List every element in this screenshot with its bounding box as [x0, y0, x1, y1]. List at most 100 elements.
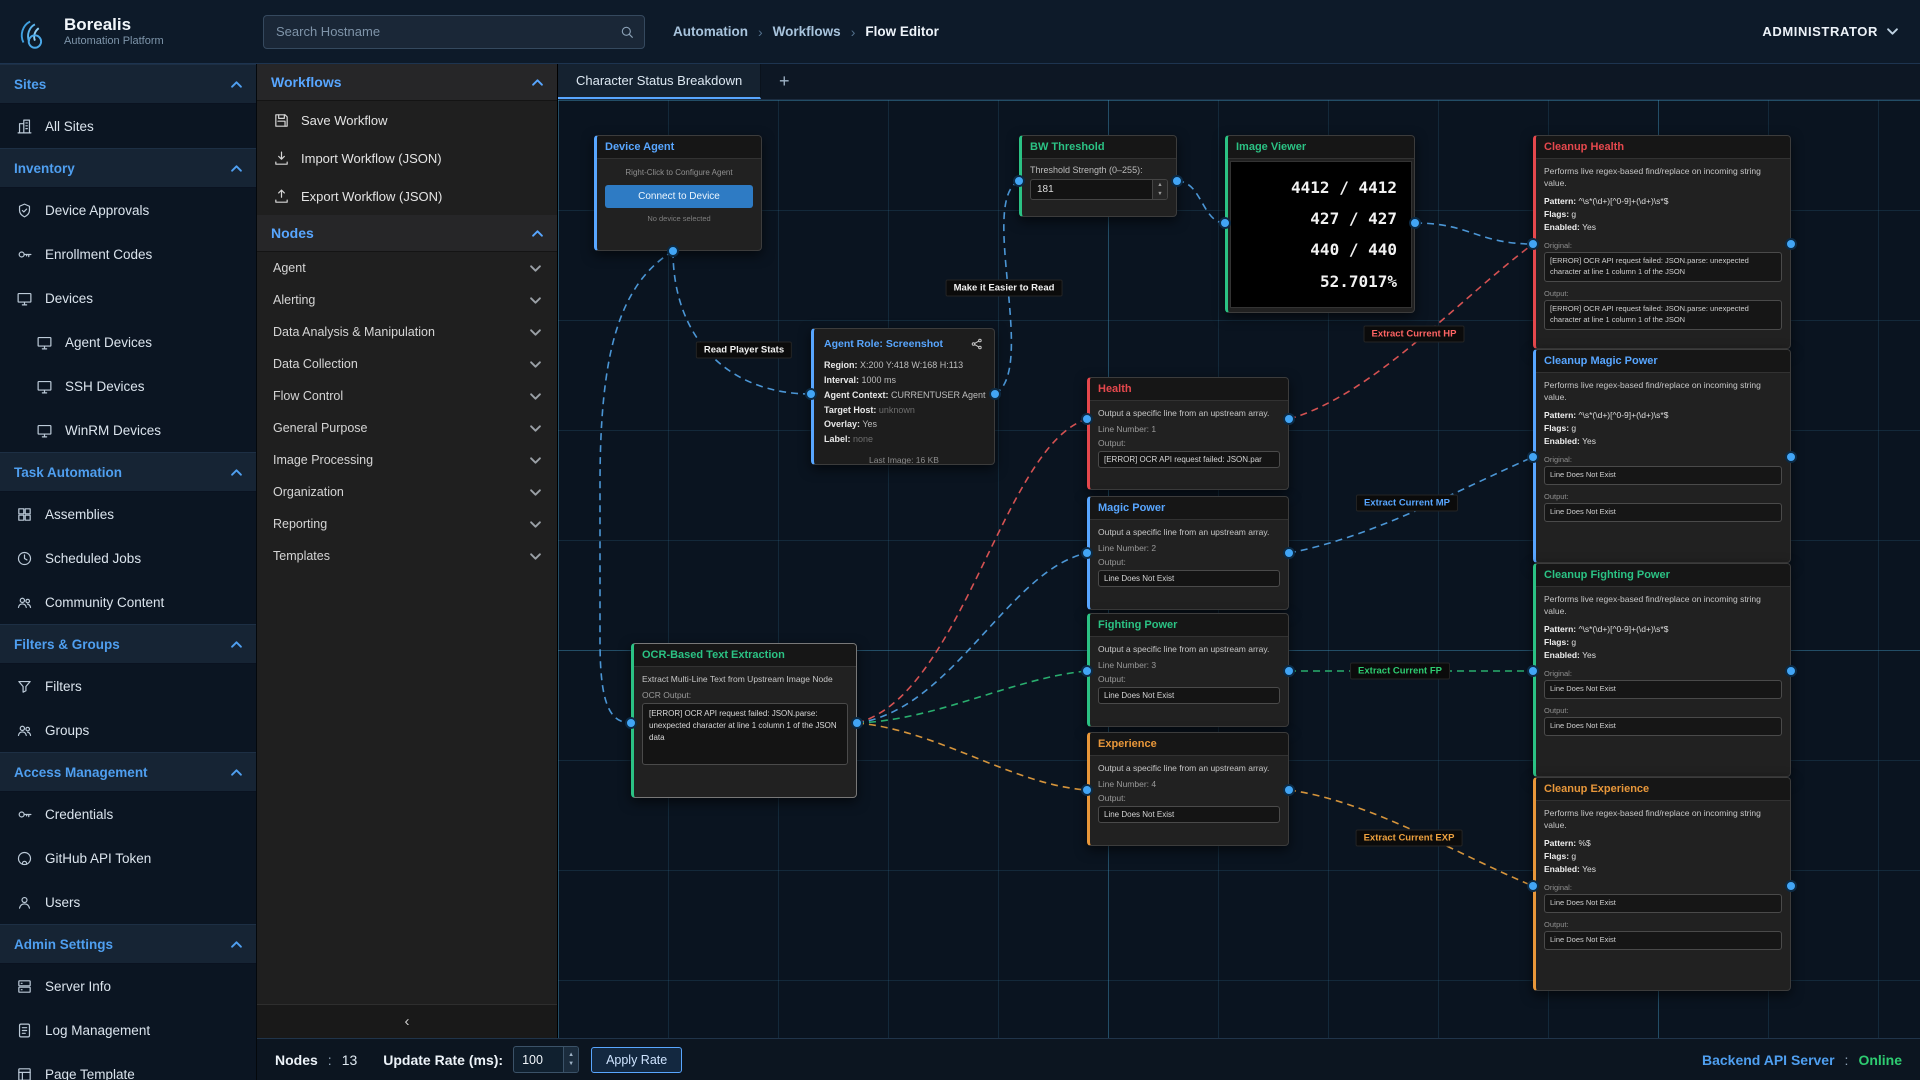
output-box[interactable]: [ERROR] OCR API request failed: JSON.par: [1098, 451, 1280, 468]
user-menu[interactable]: ADMINISTRATOR: [1762, 24, 1898, 39]
flow-canvas[interactable]: Device Agent Right-Click to Configure Ag…: [558, 100, 1920, 1038]
action-label: Save Workflow: [301, 113, 387, 128]
node-category-image-processing[interactable]: Image Processing: [257, 444, 557, 476]
chevron-up-icon: [231, 469, 242, 476]
output-box[interactable]: Line Does Not Exist: [1544, 717, 1782, 736]
node-ocr-text-extraction[interactable]: OCR-Based Text Extraction Extract Multi-…: [631, 643, 857, 798]
import-workflow-button[interactable]: Import Workflow (JSON): [257, 139, 557, 177]
node-device-agent[interactable]: Device Agent Right-Click to Configure Ag…: [594, 135, 762, 251]
sidebar-item-community-content[interactable]: Community Content: [0, 580, 256, 624]
nodes-count-value: 13: [342, 1052, 358, 1068]
node-category-templates[interactable]: Templates: [257, 540, 557, 572]
collapse-panel-button[interactable]: ‹: [257, 1004, 557, 1038]
output-label: Output:: [1544, 289, 1782, 298]
screenshot-region: Region: X:200 Y:418 W:168 H:113: [824, 358, 984, 373]
output-box[interactable]: Line Does Not Exist: [1544, 931, 1782, 950]
edge-label-extract-current-mp: Extract Current MP: [1356, 495, 1458, 512]
section-label: Task Automation: [14, 465, 122, 480]
sidebar-item-users[interactable]: Users: [0, 880, 256, 924]
node-category-data-collection[interactable]: Data Collection: [257, 348, 557, 380]
line-number: Line Number: 1: [1098, 424, 1280, 434]
node-title: Experience: [1090, 733, 1288, 756]
github-icon: [16, 850, 33, 867]
node-cleanup-fighting-power[interactable]: Cleanup Fighting Power Performs live reg…: [1533, 563, 1791, 777]
original-box[interactable]: [ERROR] OCR API request failed: JSON.par…: [1544, 252, 1782, 282]
node-fighting-power[interactable]: Fighting Power Output a specific line fr…: [1087, 613, 1289, 727]
nodes-section-header[interactable]: Nodes: [257, 215, 557, 252]
node-experience[interactable]: Experience Output a specific line from a…: [1087, 732, 1289, 846]
original-box[interactable]: Line Does Not Exist: [1544, 894, 1782, 913]
breadcrumb-automation[interactable]: Automation: [673, 24, 748, 39]
chevron-down-icon: [530, 553, 541, 560]
section-task-automation[interactable]: Task Automation: [0, 452, 256, 492]
output-box[interactable]: Line Does Not Exist: [1098, 806, 1280, 823]
output-box[interactable]: Line Does Not Exist: [1544, 503, 1782, 522]
sidebar-item-all-sites[interactable]: All Sites: [0, 104, 256, 148]
node-image-viewer[interactable]: Image Viewer 4412 / 4412 427 / 427 440 /…: [1225, 135, 1415, 313]
search-input[interactable]: [263, 15, 645, 49]
sidebar-item-ssh-devices[interactable]: SSH Devices: [0, 364, 256, 408]
node-category-general-purpose[interactable]: General Purpose: [257, 412, 557, 444]
sidebar-item-github-api-token[interactable]: GitHub API Token: [0, 836, 256, 880]
tab-label: Character Status Breakdown: [576, 73, 742, 88]
sidebar-item-winrm-devices[interactable]: WinRM Devices: [0, 408, 256, 452]
sidebar-item-filters[interactable]: Filters: [0, 664, 256, 708]
chevron-down-icon: [530, 361, 541, 368]
node-magic-power[interactable]: Magic Power Output a specific line from …: [1087, 496, 1289, 610]
sidebar-item-credentials[interactable]: Credentials: [0, 792, 256, 836]
node-category-flow-control[interactable]: Flow Control: [257, 380, 557, 412]
sidebar-item-enrollment-codes[interactable]: Enrollment Codes: [0, 232, 256, 276]
sidebar-item-devices[interactable]: Devices: [0, 276, 256, 320]
node-category-organization[interactable]: Organization: [257, 476, 557, 508]
sidebar-item-log-management[interactable]: Log Management: [0, 1008, 256, 1052]
sidebar-item-assemblies[interactable]: Assemblies: [0, 492, 256, 536]
node-health[interactable]: Health Output a specific line from an up…: [1087, 377, 1289, 490]
node-cleanup-magic-power[interactable]: Cleanup Magic Power Performs live regex-…: [1533, 349, 1791, 563]
tab-character-status-breakdown[interactable]: Character Status Breakdown: [558, 64, 761, 99]
threshold-input[interactable]: [1030, 179, 1168, 200]
section-sites[interactable]: Sites: [0, 64, 256, 104]
connect-to-device-button[interactable]: Connect to Device: [605, 185, 753, 208]
sidebar-item-server-info[interactable]: Server Info: [0, 964, 256, 1008]
node-agent-role-screenshot[interactable]: Agent Role: Screenshot Region: X:200 Y:4…: [811, 328, 995, 465]
original-label: Original:: [1544, 883, 1782, 892]
sidebar-item-label: SSH Devices: [65, 379, 145, 394]
sidebar-item-scheduled-jobs[interactable]: Scheduled Jobs: [0, 536, 256, 580]
original-box[interactable]: Line Does Not Exist: [1544, 466, 1782, 485]
number-spinner[interactable]: ▲▼: [1152, 180, 1167, 199]
node-category-alerting[interactable]: Alerting: [257, 284, 557, 316]
line-number: Line Number: 2: [1098, 543, 1280, 553]
node-cleanup-health[interactable]: Cleanup Health Performs live regex-based…: [1533, 135, 1791, 349]
breadcrumb-separator: ›: [851, 24, 856, 40]
export-workflow-button[interactable]: Export Workflow (JSON): [257, 177, 557, 215]
section-inventory[interactable]: Inventory: [0, 148, 256, 188]
output-box[interactable]: [ERROR] OCR API request failed: JSON.par…: [1544, 300, 1782, 330]
sidebar-item-page-template[interactable]: Page Template: [0, 1052, 256, 1080]
sidebar-item-groups[interactable]: Groups: [0, 708, 256, 752]
category-label: Organization: [273, 485, 344, 499]
section-admin-settings[interactable]: Admin Settings: [0, 924, 256, 964]
node-bw-threshold[interactable]: BW Threshold Threshold Strength (0–255):…: [1019, 135, 1177, 217]
node-category-data-analysis[interactable]: Data Analysis & Manipulation: [257, 316, 557, 348]
apply-rate-button[interactable]: Apply Rate: [591, 1047, 682, 1073]
section-filters-groups[interactable]: Filters & Groups: [0, 624, 256, 664]
flags-line: Flags: g: [1544, 636, 1782, 649]
node-cleanup-experience[interactable]: Cleanup Experience Performs live regex-b…: [1533, 777, 1791, 991]
number-spinner[interactable]: ▲▼: [563, 1047, 578, 1072]
node-category-agent[interactable]: Agent: [257, 252, 557, 284]
add-tab-button[interactable]: +: [761, 64, 807, 99]
grid-icon: [16, 506, 33, 523]
node-category-reporting[interactable]: Reporting: [257, 508, 557, 540]
tab-bar: Character Status Breakdown +: [558, 64, 1920, 100]
sidebar-item-agent-devices[interactable]: Agent Devices: [0, 320, 256, 364]
share-icon[interactable]: [970, 337, 984, 351]
section-access-management[interactable]: Access Management: [0, 752, 256, 792]
breadcrumb-workflows[interactable]: Workflows: [773, 24, 841, 39]
output-box[interactable]: Line Does Not Exist: [1098, 570, 1280, 587]
output-box[interactable]: Line Does Not Exist: [1098, 687, 1280, 704]
ocr-output-box[interactable]: [ERROR] OCR API request failed: JSON.par…: [642, 703, 848, 765]
save-workflow-button[interactable]: Save Workflow: [257, 101, 557, 139]
workflows-section-header[interactable]: Workflows: [257, 64, 557, 101]
original-box[interactable]: Line Does Not Exist: [1544, 680, 1782, 699]
sidebar-item-device-approvals[interactable]: Device Approvals: [0, 188, 256, 232]
